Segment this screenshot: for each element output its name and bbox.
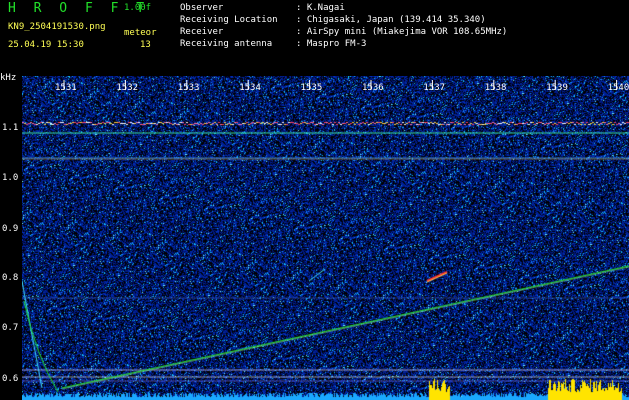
meteor-label: meteor: [124, 28, 157, 38]
antenna-label: Receiving antenna: [180, 39, 273, 49]
y-tick-1-1: 1.1: [2, 123, 19, 133]
unit-label: kHz: [0, 73, 17, 83]
observer-value: : K.Nagai: [296, 3, 345, 13]
meteor-count: 13: [140, 40, 151, 50]
location-value: : Chigasaki, Japan (139.414 35.340): [296, 15, 486, 25]
y-tick-0-8: 0.8: [2, 273, 19, 283]
receiver-label: Receiver: [180, 27, 224, 37]
receiver-value: : AirSpy mini (Miakejima VOR 108.65MHz): [296, 27, 508, 37]
header-panel: H R O F F T 1.00f KN9_2504191530.png met…: [0, 0, 629, 75]
spectrogram-plot[interactable]: [22, 76, 629, 400]
app-version: 1.00f: [124, 3, 152, 13]
antenna-value: : Maspro FM-3: [296, 39, 367, 49]
y-tick-0-9: 0.9: [2, 224, 19, 234]
location-label: Receiving Location: [180, 15, 278, 25]
datetime: 25.04.19 15:30: [8, 40, 84, 50]
y-tick-0-7: 0.7: [2, 323, 19, 333]
file-name: KN9_2504191530.png: [8, 22, 106, 32]
y-tick-0-6: 0.6: [2, 374, 19, 384]
observer-label: Observer: [180, 3, 224, 13]
y-tick-1-0: 1.0: [2, 173, 19, 183]
